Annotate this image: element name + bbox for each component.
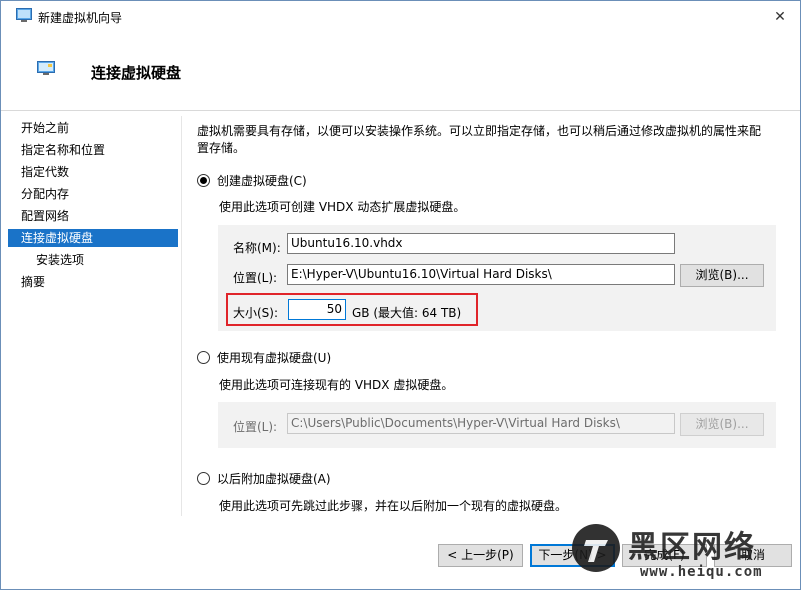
attach-later-radio[interactable]: [197, 471, 210, 485]
watermark-title: 黑区网络: [628, 530, 756, 565]
location-field[interactable]: E:\Hyper-V\Ubuntu16.10\Virtual Hard Disk…: [287, 264, 675, 285]
attach-later-label: 以后附加虚拟硬盘(A): [217, 471, 331, 486]
nav-item-installation-options[interactable]: 安装选项: [8, 251, 178, 269]
intro-line-2: 置存储。: [197, 141, 246, 155]
create-disk-label: 创建虚拟硬盘(C): [217, 173, 307, 188]
create-disk-description: 使用此选项可创建 VHDX 动态扩展虚拟硬盘。: [219, 200, 466, 214]
use-existing-disk-radio[interactable]: [197, 350, 210, 364]
browse-button[interactable]: 浏览(B)...: [680, 264, 764, 287]
nav-item-connect-virtual-disk[interactable]: 连接虚拟硬盘: [8, 229, 178, 247]
intro-line-1: 虚拟机需要具有存储，以便可以安装操作系统。可以立即指定存储，也可以稍后通过修改虚…: [197, 124, 762, 138]
attach-later-description: 使用此选项可先跳过此步骤，并在以后附加一个现有的虚拟硬盘。: [219, 499, 568, 513]
size-field[interactable]: 50: [288, 299, 346, 320]
watermark: 黑区网络 www.heiqu.com: [566, 520, 801, 588]
virtual-machine-icon: [37, 61, 55, 75]
previous-button[interactable]: < 上一步(P): [438, 544, 523, 567]
existing-browse-button[interactable]: 浏览(B)...: [680, 413, 764, 436]
nav-item-memory[interactable]: 分配内存: [8, 185, 178, 203]
use-existing-disk-description: 使用此选项可连接现有的 VHDX 虚拟硬盘。: [219, 378, 454, 392]
name-field[interactable]: Ubuntu16.10.vhdx: [287, 233, 675, 254]
intro-text: 虚拟机需要具有存储，以便可以安装操作系统。可以立即指定存储，也可以稍后通过修改虚…: [197, 123, 777, 157]
use-existing-disk-option[interactable]: 使用现有虚拟硬盘(U): [197, 349, 331, 365]
close-icon: ✕: [774, 8, 786, 25]
create-disk-option[interactable]: 创建虚拟硬盘(C): [197, 172, 307, 188]
watermark-url: www.heiqu.com: [640, 564, 763, 580]
create-disk-radio[interactable]: [197, 173, 210, 187]
attach-later-option[interactable]: 以后附加虚拟硬盘(A): [197, 470, 331, 486]
existing-location-label: 位置(L):: [233, 420, 278, 434]
size-unit-text: GB (最大值: 64 TB): [352, 306, 462, 320]
window-title: 新建虚拟机向导: [38, 11, 123, 25]
nav-item-before-you-begin[interactable]: 开始之前: [8, 119, 178, 137]
nav-divider: [181, 116, 182, 516]
nav-item-generation[interactable]: 指定代数: [8, 163, 178, 181]
nav-item-summary[interactable]: 摘要: [8, 273, 178, 291]
watermark-logo-icon: [572, 524, 620, 572]
wizard-step-list: 开始之前 指定名称和位置 指定代数 分配内存 配置网络 连接虚拟硬盘 安装选项 …: [8, 116, 178, 516]
size-label: 大小(S):: [233, 306, 279, 320]
virtual-machine-icon: [16, 8, 32, 22]
location-label: 位置(L):: [233, 271, 278, 285]
close-button[interactable]: ✕: [761, 1, 799, 32]
nav-item-name-and-location[interactable]: 指定名称和位置: [8, 141, 178, 159]
existing-location-field[interactable]: C:\Users\Public\Documents\Hyper-V\Virtua…: [287, 413, 675, 434]
title-bar: 新建虚拟机向导 ✕: [1, 1, 800, 32]
page-title: 连接虚拟硬盘: [91, 64, 182, 82]
wizard-header: 连接虚拟硬盘: [1, 32, 800, 111]
name-label: 名称(M):: [233, 241, 281, 255]
use-existing-disk-label: 使用现有虚拟硬盘(U): [217, 350, 332, 365]
nav-item-networking[interactable]: 配置网络: [8, 207, 178, 225]
